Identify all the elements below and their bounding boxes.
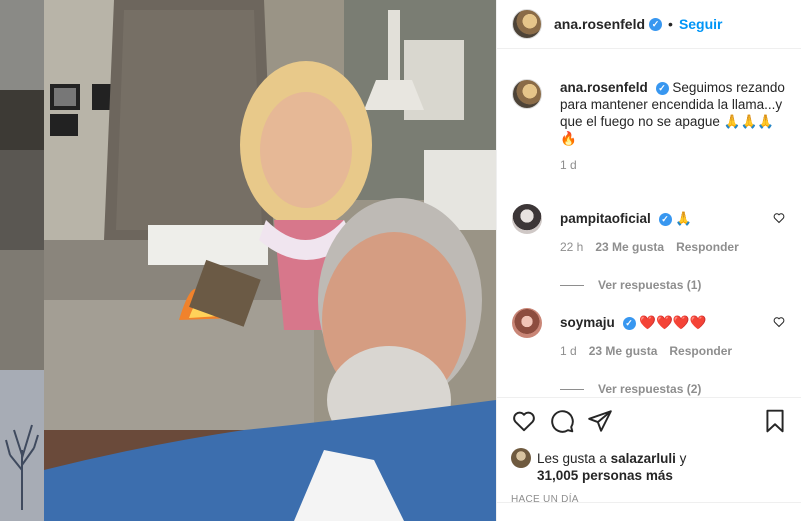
backdrop-band — [0, 250, 44, 370]
likes-summary[interactable]: Les gusta a salazarluli y 31,005 persona… — [511, 448, 788, 484]
post-caption: ana.rosenfeld ✓ Seguimos rezando para ma… — [497, 49, 801, 174]
reply-button[interactable]: Responder — [676, 238, 739, 256]
verified-badge-icon: ✓ — [658, 212, 672, 226]
commenter-avatar[interactable] — [512, 308, 542, 338]
background-overlay — [0, 0, 44, 521]
view-replies-button[interactable]: Ver respuestas (2) — [560, 382, 801, 396]
author-avatar[interactable] — [512, 9, 542, 39]
comment-heart-icon[interactable] — [773, 212, 785, 224]
likes-text: Les gusta a salazarluli y 31,005 persona… — [537, 450, 686, 484]
backdrop-band — [0, 0, 44, 90]
tree-image — [5, 424, 39, 510]
comment-item: soymaju ✓ ❤️❤️❤️❤️ 1 d 23 Me gusta Respo… — [497, 308, 801, 360]
comment-text: ❤️❤️❤️❤️ — [639, 315, 707, 330]
likes-prefix: Les gusta a — [537, 451, 607, 466]
verified-badge-icon: ✓ — [655, 81, 669, 95]
reply-button[interactable]: Responder — [669, 342, 732, 360]
caption-avatar[interactable] — [512, 79, 542, 109]
backdrop-band — [0, 150, 44, 250]
add-comment-area[interactable] — [497, 502, 801, 521]
comment-body: soymaju ✓ ❤️❤️❤️❤️ 1 d 23 Me gusta Respo… — [560, 308, 760, 360]
liker-avatar[interactable] — [511, 448, 531, 468]
view-replies-label: Ver respuestas (2) — [598, 382, 702, 396]
likes-count[interactable]: 31,005 personas más — [537, 468, 673, 483]
post-details-panel: ana.rosenfeld ✓ • Seguir ana.rosenfeld ✓… — [496, 0, 801, 521]
heart-icon[interactable] — [511, 408, 537, 434]
liker-username[interactable]: salazarluli — [611, 451, 676, 466]
author-username[interactable]: ana.rosenfeld — [554, 16, 645, 32]
caption-time[interactable]: 1 d — [560, 157, 785, 174]
comment-username[interactable]: soymaju — [560, 315, 615, 330]
verified-badge-icon: ✓ — [622, 316, 636, 330]
comment-meta: 22 h 23 Me gusta Responder — [560, 238, 760, 256]
likes-conjunction: y — [679, 451, 687, 466]
comment-username[interactable]: pampitaoficial — [560, 211, 651, 226]
comment-likes[interactable]: 23 Me gusta — [589, 342, 658, 360]
follow-button[interactable]: Seguir — [679, 16, 723, 32]
comment-text: 🙏 — [675, 211, 693, 226]
bookmark-icon[interactable] — [762, 408, 788, 434]
verified-badge-icon: ✓ — [649, 17, 663, 31]
comment-heart-icon[interactable] — [773, 316, 785, 328]
commenter-avatar[interactable] — [512, 204, 542, 234]
comment-time[interactable]: 22 h — [560, 238, 583, 256]
action-icons — [511, 408, 788, 434]
comment-icon[interactable] — [549, 408, 575, 434]
comment-item: pampitaoficial ✓ 🙏 22 h 23 Me gusta Resp… — [497, 204, 801, 256]
comment-meta: 1 d 23 Me gusta Responder — [560, 342, 760, 360]
comments-section[interactable]: ana.rosenfeld ✓ Seguimos rezando para ma… — [497, 49, 801, 397]
caption-username[interactable]: ana.rosenfeld — [560, 80, 648, 95]
comment-body: pampitaoficial ✓ 🙏 22 h 23 Me gusta Resp… — [560, 204, 760, 256]
share-icon[interactable] — [587, 408, 613, 434]
comment-likes[interactable]: 23 Me gusta — [595, 238, 664, 256]
replies-line — [560, 284, 584, 286]
post-photo[interactable] — [44, 0, 496, 521]
view-replies-label: Ver respuestas (1) — [598, 278, 702, 292]
separator-dot: • — [668, 16, 673, 32]
comment-time[interactable]: 1 d — [560, 342, 577, 360]
replies-line — [560, 388, 584, 390]
post-actions: Les gusta a salazarluli y 31,005 persona… — [497, 397, 801, 505]
backdrop-band — [0, 90, 44, 150]
caption-body: ana.rosenfeld ✓ Seguimos rezando para ma… — [560, 79, 785, 174]
post-header: ana.rosenfeld ✓ • Seguir — [497, 0, 801, 49]
view-replies-button[interactable]: Ver respuestas (1) — [560, 278, 801, 292]
